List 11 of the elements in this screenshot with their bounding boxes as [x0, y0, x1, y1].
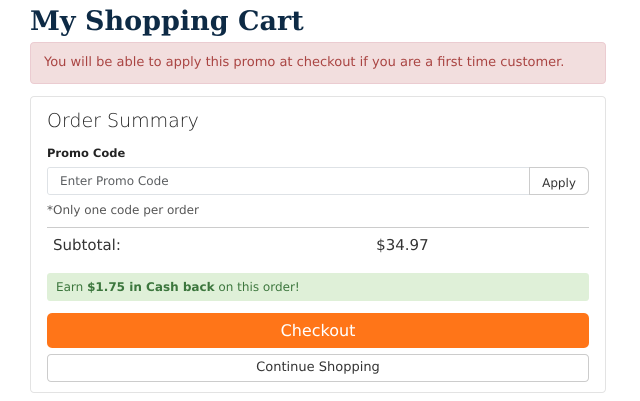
- cashback-message: Earn $1.75 in Cash back on this order!: [47, 272, 589, 301]
- page-title: My Shopping Cart: [30, 6, 305, 38]
- subtotal-label: Subtotal:: [52, 235, 122, 256]
- card-title: Order Summary: [47, 108, 200, 134]
- apply-button[interactable]: Apply: [529, 167, 589, 196]
- subtotal-value: $34.97: [375, 235, 430, 256]
- alert-message: You will be able to apply this promo at checkout if you are a first time customer.: [30, 42, 606, 84]
- continue-shopping-button[interactable]: Continue Shopping: [47, 354, 589, 382]
- promo-code-field[interactable]: Enter Promo Code: [47, 167, 530, 196]
- field-label: Promo Code: [47, 145, 126, 162]
- field-note: *Only one code per order: [47, 202, 200, 220]
